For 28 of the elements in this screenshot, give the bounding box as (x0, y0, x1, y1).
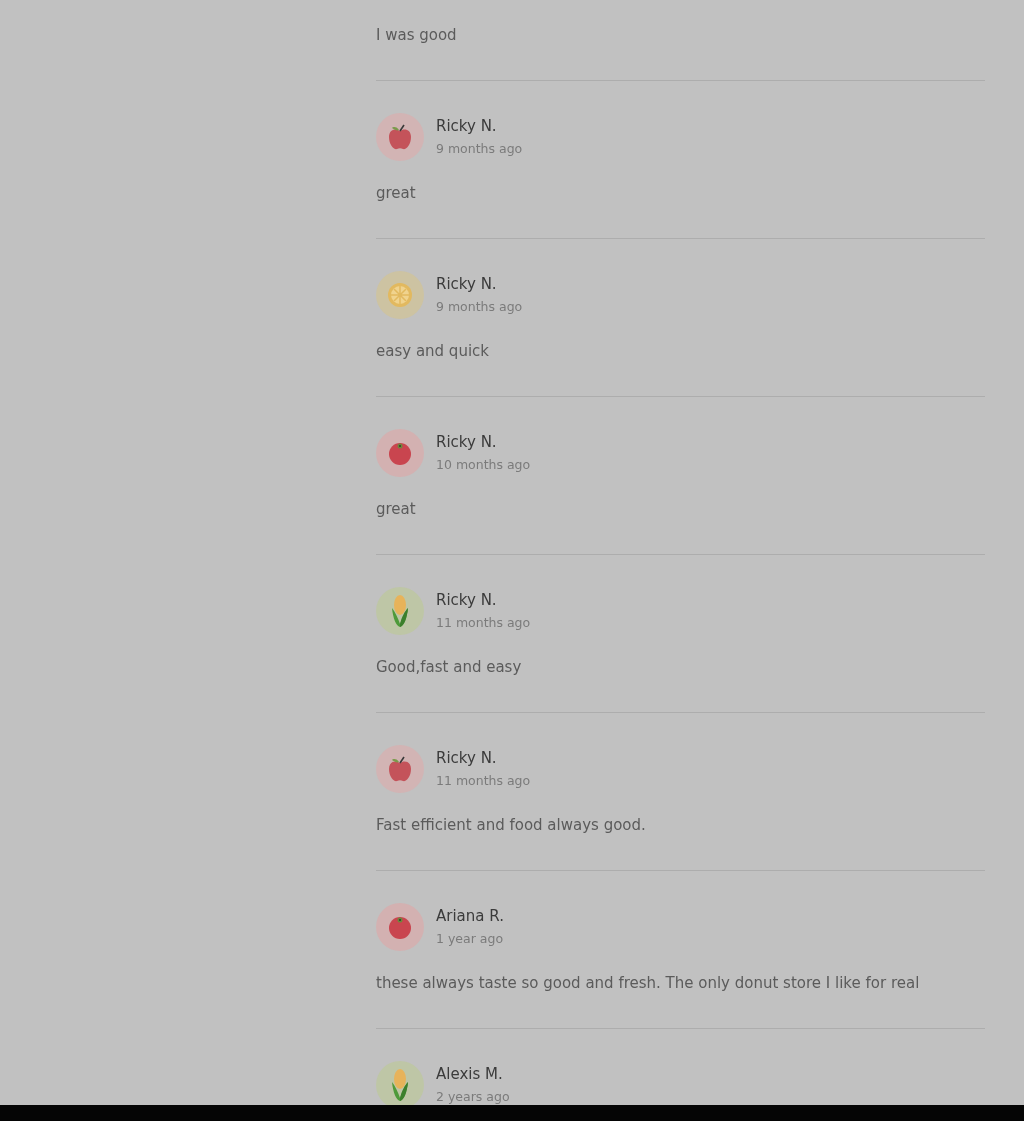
review-text: easy and quick (376, 341, 490, 361)
review-text: these always taste so good and fresh. The only donut store I like for real (376, 973, 921, 993)
apple-icon (387, 123, 413, 151)
reviewer-name: Ricky N. (436, 591, 498, 610)
review-date: 1 year ago (436, 931, 504, 947)
review-date: 9 months ago (436, 299, 523, 315)
review-text: I was good (376, 25, 458, 45)
lemon-slice-icon (387, 282, 413, 308)
tomato-icon (387, 440, 413, 466)
tomato-icon (387, 914, 413, 940)
reviewer-name: Ricky N. (436, 117, 498, 136)
reviewer-name: Ricky N. (436, 275, 498, 294)
apple-icon (387, 755, 413, 783)
review-text: Good,fast and easy (376, 657, 523, 677)
review-date: 11 months ago (436, 773, 531, 789)
reviewer-name: Ariana R. (436, 907, 504, 926)
review-text: great (376, 183, 417, 203)
review-text: great (376, 499, 417, 519)
corn-icon (390, 594, 410, 628)
review-date: 2 years ago (436, 1089, 510, 1105)
corn-icon (390, 1068, 410, 1102)
reviewer-name: Alexis M. (436, 1065, 504, 1084)
reviewer-name: Ricky N. (436, 749, 498, 768)
review-date: 11 months ago (436, 615, 531, 631)
review-date: 9 months ago (436, 141, 523, 157)
reviewer-name: Ricky N. (436, 433, 498, 452)
review-text: Fast efficient and food always good. (376, 815, 647, 835)
review-date: 10 months ago (436, 457, 531, 473)
